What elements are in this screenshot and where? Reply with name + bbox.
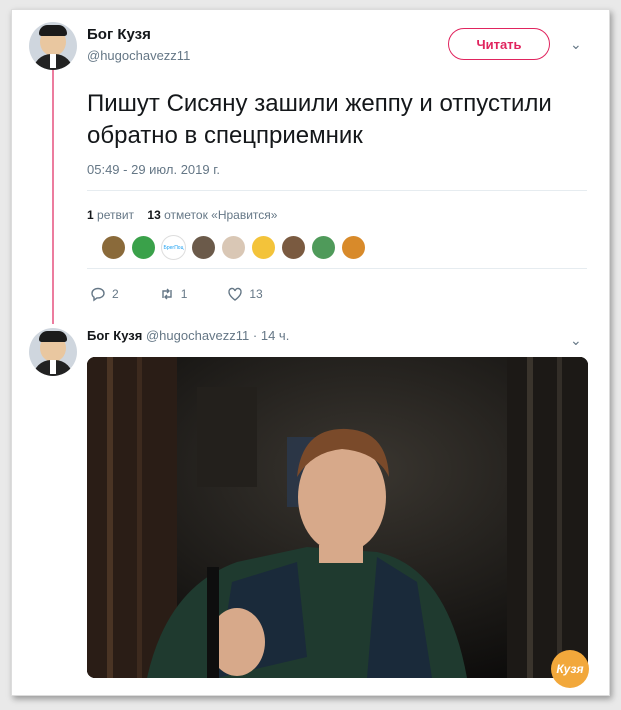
likes-count[interactable]: 13 (147, 208, 160, 222)
chevron-down-icon[interactable]: ⌄ (570, 332, 582, 349)
liker-avatar[interactable] (281, 235, 306, 260)
reply-header: Бог Кузя @hugochavezz11 · 14 ч. (87, 328, 289, 343)
tweet-actions: 2 1 13 (90, 286, 303, 302)
likes-label[interactable]: отметок «Нравится» (164, 208, 277, 222)
likers-avatars: БрегПоц (101, 235, 366, 260)
author-avatar[interactable] (29, 22, 77, 70)
tweet-photo[interactable] (87, 357, 588, 678)
author-handle[interactable]: @hugochavezz11 (87, 48, 190, 63)
liker-avatar[interactable] (101, 235, 126, 260)
divider (87, 190, 587, 191)
like-button[interactable]: 13 (227, 286, 263, 302)
heart-icon (228, 287, 243, 301)
retweets-count[interactable]: 1 (87, 208, 94, 222)
reply-button[interactable]: 2 (90, 286, 119, 302)
liker-avatar[interactable] (341, 235, 366, 260)
liker-avatar[interactable] (221, 235, 246, 260)
follow-button[interactable]: Читать (448, 28, 550, 60)
liker-avatar[interactable] (311, 235, 336, 260)
tweet-text: Пишут Сисяну зашили жеппу и отпустили об… (87, 90, 552, 149)
reply-icon (91, 287, 105, 302)
divider (87, 268, 587, 269)
chevron-down-icon[interactable]: ⌄ (570, 36, 582, 53)
tweet-stats: 1 ретвит 13 отметок «Нравится» (87, 208, 277, 222)
reply-time[interactable]: · 14 ч. (253, 328, 289, 343)
retweet-button[interactable]: 1 (159, 286, 188, 302)
watermark-logo: Кузя (551, 650, 589, 688)
thread-line (52, 70, 54, 324)
photo-image (87, 357, 588, 678)
like-count: 13 (249, 287, 263, 301)
tweet-card: Бог Кузя @hugochavezz11 Читать ⌄ Пишут С… (11, 9, 610, 696)
retweets-label[interactable]: ретвит (97, 208, 134, 222)
retweet-icon (161, 288, 172, 300)
liker-avatar[interactable] (191, 235, 216, 260)
liker-avatar[interactable]: БрегПоц (161, 235, 186, 260)
reply-author-avatar[interactable] (29, 328, 77, 376)
retweet-count: 1 (180, 287, 188, 301)
liker-avatar[interactable] (251, 235, 276, 260)
tweet-timestamp[interactable]: 05:49 - 29 июл. 2019 г. (87, 162, 220, 177)
liker-avatar[interactable] (131, 235, 156, 260)
reply-author-name[interactable]: Бог Кузя (87, 328, 142, 343)
reply-author-handle[interactable]: @hugochavezz11 (146, 328, 249, 343)
reply-count: 2 (112, 287, 119, 301)
author-name[interactable]: Бог Кузя (87, 26, 151, 43)
